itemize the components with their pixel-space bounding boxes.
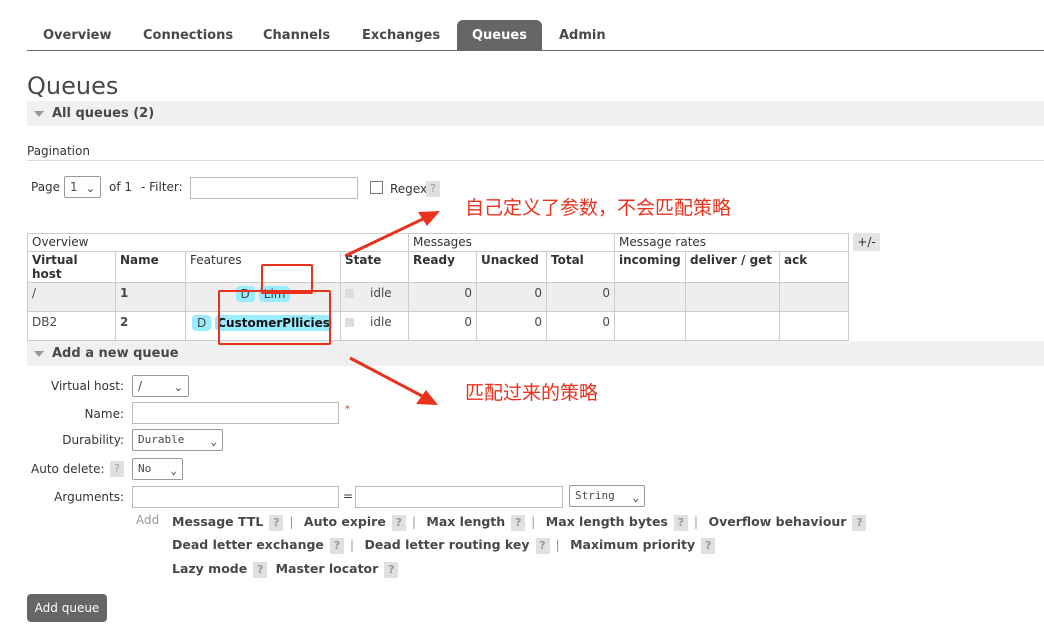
annotation-bottom-text: 匹配过来的策略	[465, 382, 599, 404]
arrow-icon	[344, 211, 440, 258]
annotation-top-text: 自己定义了参数，不会匹配策略	[465, 197, 732, 219]
arrow-icon	[349, 356, 438, 405]
annotation-arrows	[344, 211, 440, 405]
